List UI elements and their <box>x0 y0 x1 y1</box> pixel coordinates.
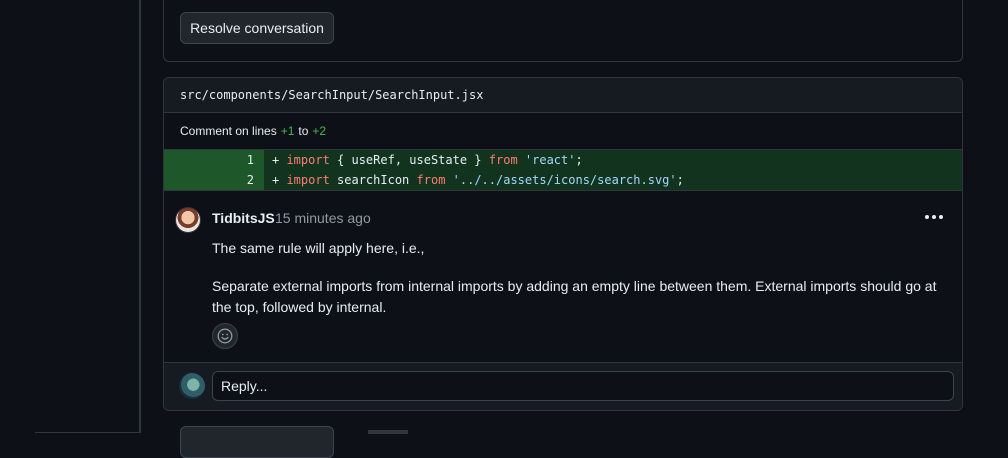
file-path[interactable]: src/components/SearchInput/SearchInput.j… <box>180 88 483 102</box>
review-comment: TidbitsJS 15 minutes ago The same rule w… <box>164 191 962 365</box>
timeline-line <box>139 0 141 433</box>
comment-body-line: The same rule will apply here, i.e., <box>212 240 425 256</box>
line-end: +2 <box>312 124 327 138</box>
bottom-button[interactable] <box>180 426 334 458</box>
diff-code: + import searchIcon from '../../assets/i… <box>264 170 962 190</box>
file-path-header: src/components/SearchInput/SearchInput.j… <box>164 78 962 113</box>
diff-line-number[interactable]: 2 <box>164 170 264 190</box>
comment-timestamp[interactable]: 15 minutes ago <box>275 210 371 226</box>
reply-input[interactable] <box>212 371 954 401</box>
comment-author[interactable]: TidbitsJS <box>212 210 275 226</box>
smiley-icon[interactable] <box>212 323 238 349</box>
diff-line: 1 + import { useRef, useState } from 're… <box>164 150 962 170</box>
kebab-horizontal-icon[interactable] <box>924 209 944 225</box>
review-thread: src/components/SearchInput/SearchInput.j… <box>163 77 963 411</box>
author-avatar[interactable] <box>175 207 201 233</box>
comment-on-lines: Comment on lines +1 to +2 <box>180 124 327 138</box>
diff-code: + import { useRef, useState } from 'reac… <box>264 150 962 170</box>
line-start: +1 <box>280 124 295 138</box>
diff-line: 2 + import searchIcon from '../../assets… <box>164 170 962 190</box>
resolve-conversation-button[interactable]: Resolve conversation <box>180 12 334 44</box>
diff-hunk: 1 + import { useRef, useState } from 're… <box>164 149 962 191</box>
bottom-element <box>368 430 408 434</box>
reply-bar <box>164 362 962 410</box>
diff-line-number[interactable]: 1 <box>164 150 264 170</box>
previous-thread-card: Resolve conversation <box>163 0 963 62</box>
comment-body-paragraph: Separate external imports from internal … <box>212 278 937 315</box>
current-user-avatar <box>179 373 205 399</box>
